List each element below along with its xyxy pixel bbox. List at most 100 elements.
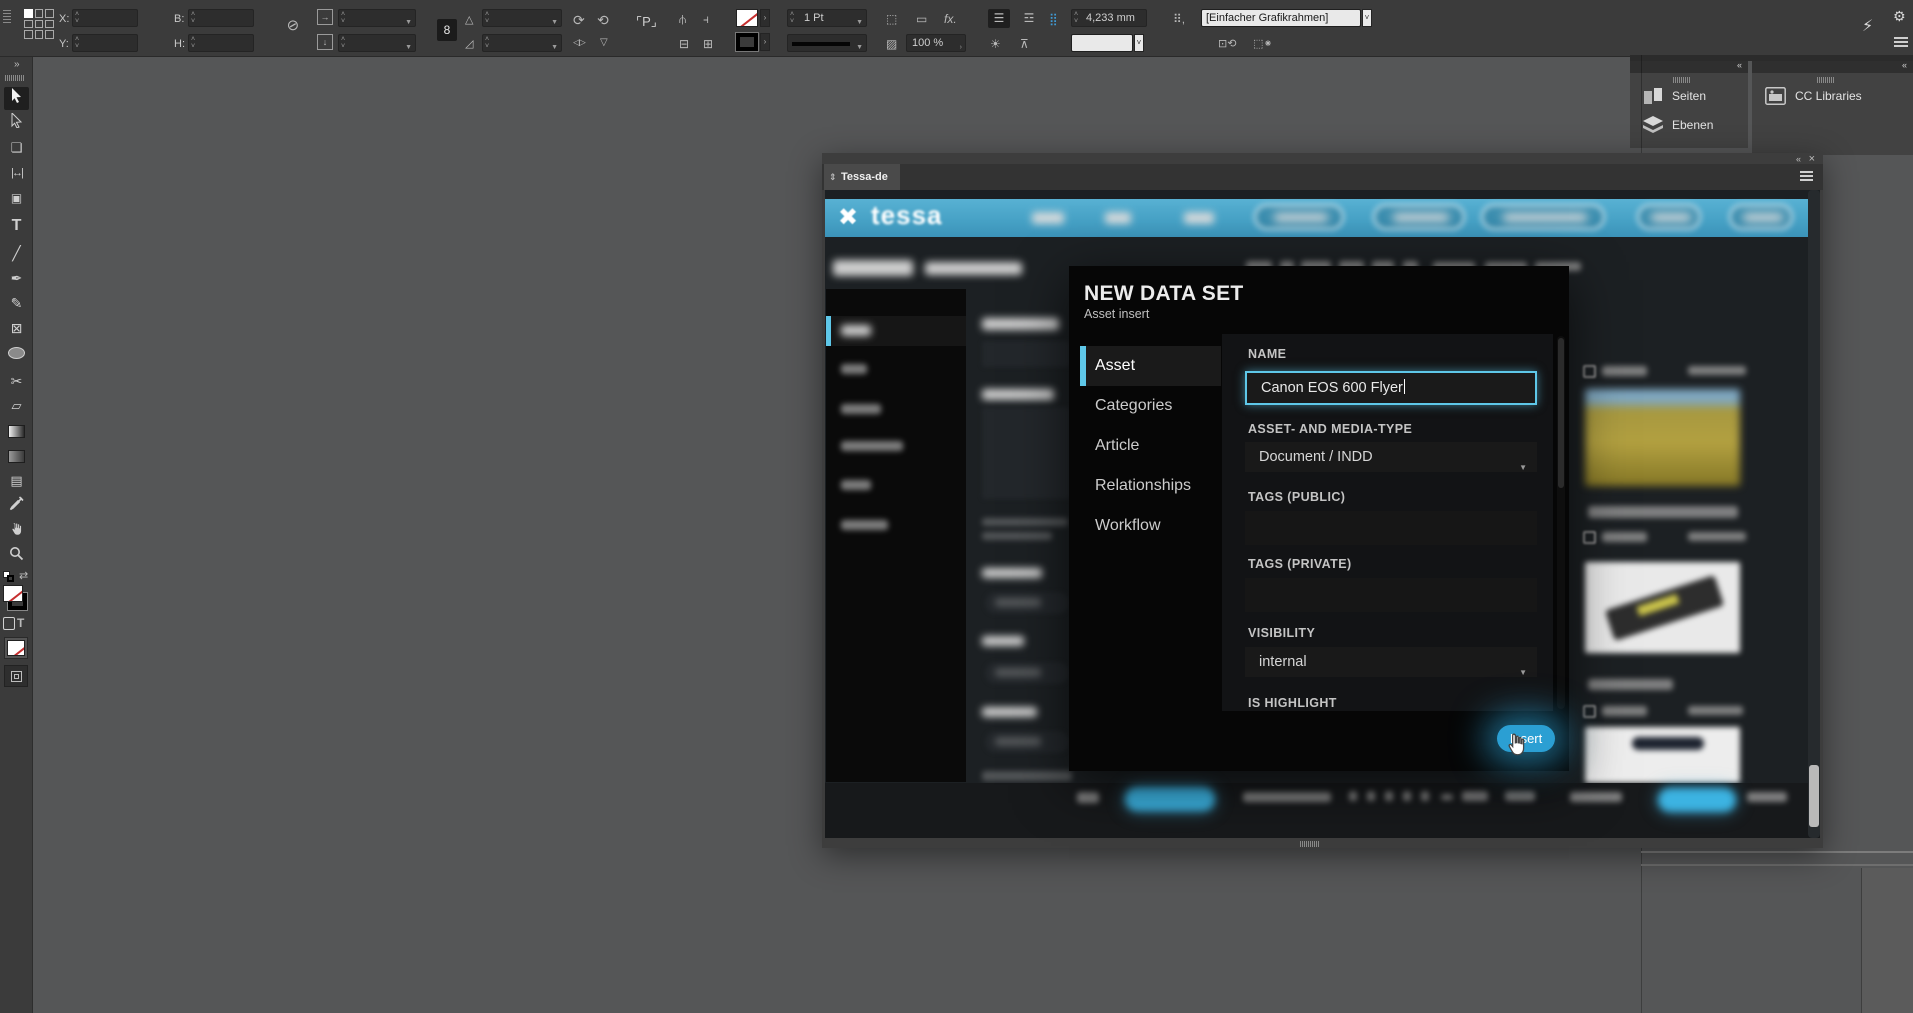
form-scrollbar-track[interactable] [1557,336,1565,709]
header-pill-button[interactable] [1254,204,1344,230]
saved-search-blurred[interactable] [925,262,1022,275]
formatting-text-icon[interactable]: T [17,616,24,630]
asset-checkbox[interactable] [1583,705,1596,718]
asset-checkbox[interactable] [1583,365,1596,378]
cc-group-grip[interactable] [1817,77,1834,83]
effects-icon[interactable]: fx. [944,12,957,26]
filter-item-blurred[interactable] [841,364,867,374]
collapse-cc-group-icon[interactable]: « [1902,60,1907,70]
x-position-field[interactable]: ˄˅ [72,9,138,27]
cc-group-header[interactable]: « [1752,61,1913,73]
web-scrollbar-track[interactable] [1808,190,1820,838]
select-parent-icon[interactable]: ⊞ [703,37,713,51]
header-pill-button[interactable] [1637,204,1701,230]
filter-item-blurred[interactable] [841,441,903,451]
direct-selection-tool[interactable] [4,112,29,135]
footer-button-blue[interactable] [1658,788,1736,812]
rectangle-frame-tool[interactable]: ⊠ [4,317,29,340]
collapse-pages-group-icon[interactable]: « [1737,60,1742,70]
footer-button-blue[interactable] [1125,787,1215,811]
tessa-tab[interactable]: ⇕ Tessa-de [824,164,900,190]
filter-item-blurred[interactable] [841,480,871,490]
gap-field[interactable]: ˄˅4,233 mm [1071,9,1147,27]
pen-tool[interactable]: ✒ [4,267,29,290]
corner-options-icon[interactable]: ⬚ [886,12,897,26]
scale-x-field[interactable]: ˄˅▼ [338,9,416,27]
form-scrollbar-thumb[interactable] [1558,338,1564,488]
select-blurred[interactable] [985,731,1069,753]
object-style-field[interactable]: [Einfacher Grafikrahmen] [1201,9,1361,27]
link-scale-icon[interactable]: 8 [437,19,457,41]
wrap-options-b-icon[interactable]: ⊼ [1020,37,1029,51]
type-select[interactable]: Document / INDD▼ [1245,442,1537,472]
apply-none-button[interactable] [4,665,28,687]
pages-panel-button[interactable]: Seiten [1643,87,1706,105]
select-blurred[interactable] [985,592,1069,614]
filter-item-active[interactable] [826,316,966,346]
search-term-input-blurred[interactable] [982,341,1070,367]
insert-button[interactable]: Insert [1497,725,1555,752]
text-wrap-none-icon[interactable]: ☰ [988,9,1010,28]
apply-color-button[interactable] [4,637,28,659]
page-number-blurred[interactable] [1385,791,1393,801]
break-link-style-icon[interactable]: ⬚⁕ [1253,37,1273,50]
frame-fitting-icon[interactable]: ⣿ [1049,12,1058,26]
style-override-icon[interactable]: ⊡⟲ [1218,37,1236,50]
lightning-adobe-icon[interactable]: ⚡ [1862,16,1873,36]
filter-item-blurred[interactable] [841,404,881,414]
shear-field[interactable]: ˄˅▼ [482,34,562,52]
reference-point-proxy[interactable] [24,9,54,39]
scissors-tool[interactable]: ✂ [4,370,29,393]
rotation-field[interactable]: ˄˅▼ [482,9,562,27]
stroke-none-swatch[interactable] [736,9,758,27]
rotate-cw-icon[interactable]: ⟳ [573,12,585,29]
note-tool[interactable]: ▤ [4,470,29,493]
fitting-options-field[interactable] [1071,34,1133,52]
pages-group-header[interactable]: « [1630,61,1748,73]
hand-tool[interactable] [4,520,29,543]
stroke-type-field[interactable]: ▼ [787,34,867,52]
select-next-icon[interactable]: ⫞ [703,12,709,27]
object-style-dropdown-arrow[interactable]: ˅ [1362,9,1372,27]
page-number-blurred[interactable] [1462,791,1488,801]
control-bar-menu-icon[interactable] [1894,37,1908,47]
nav-tab-categories[interactable]: Categories [1080,386,1221,426]
stroke-color-swatch[interactable] [736,33,758,51]
page-number-blurred[interactable] [1421,791,1429,801]
gradient-swatch-tool[interactable] [4,420,29,443]
page-tool[interactable]: ❏ [4,137,29,160]
fill-swatch-expander[interactable]: › [760,33,770,51]
expand-tools-icon[interactable]: » [14,59,20,70]
cc-libraries-panel-button[interactable]: CC Libraries [1765,87,1862,105]
constrain-proportions-icon[interactable]: ⊘ [281,14,305,37]
corner-shape-icon[interactable]: ▭ [916,12,927,26]
fill-swatch[interactable] [3,585,23,602]
page-number-blurred[interactable] [1349,791,1357,801]
filter-item-blurred[interactable] [841,520,888,530]
type-tool[interactable]: T [4,215,29,238]
zoom-tool[interactable] [4,545,29,568]
select-blurred[interactable] [985,662,1069,684]
panel-grip[interactable] [3,10,11,23]
layers-panel-button[interactable]: Ebenen [1643,116,1713,133]
y-position-field[interactable]: ˄˅ [72,34,138,52]
tags-private-input[interactable] [1245,578,1537,612]
nav-tab-article[interactable]: Article [1080,426,1221,466]
pencil-tool[interactable]: ✎ [4,292,29,315]
stroke-weight-field[interactable]: ˄˅1 Pt▼ [787,9,867,27]
asset-thumbnail-product[interactable] [1585,562,1740,653]
nav-item-blurred[interactable] [1032,212,1064,224]
visibility-select[interactable]: internal▼ [1245,647,1537,677]
wrap-options-a-icon[interactable]: ☀ [990,37,1001,51]
width-field[interactable]: ˄˅ [188,9,254,27]
height-field[interactable]: ˄˅ [188,34,254,52]
name-input[interactable]: Canon EOS 600 Flyer [1245,371,1537,405]
content-collector-tool[interactable]: ▣ [4,187,29,210]
gear-icon[interactable]: ⚙ [1893,8,1906,25]
page-number-blurred[interactable] [1367,791,1375,801]
select-content-icon[interactable]: ⊟ [679,37,689,51]
nav-tab-asset[interactable]: Asset [1080,346,1221,386]
selection-tool[interactable] [4,87,29,110]
free-transform-tool[interactable]: ▱ [4,395,29,418]
gap-tool[interactable]: |↔| [4,162,29,185]
